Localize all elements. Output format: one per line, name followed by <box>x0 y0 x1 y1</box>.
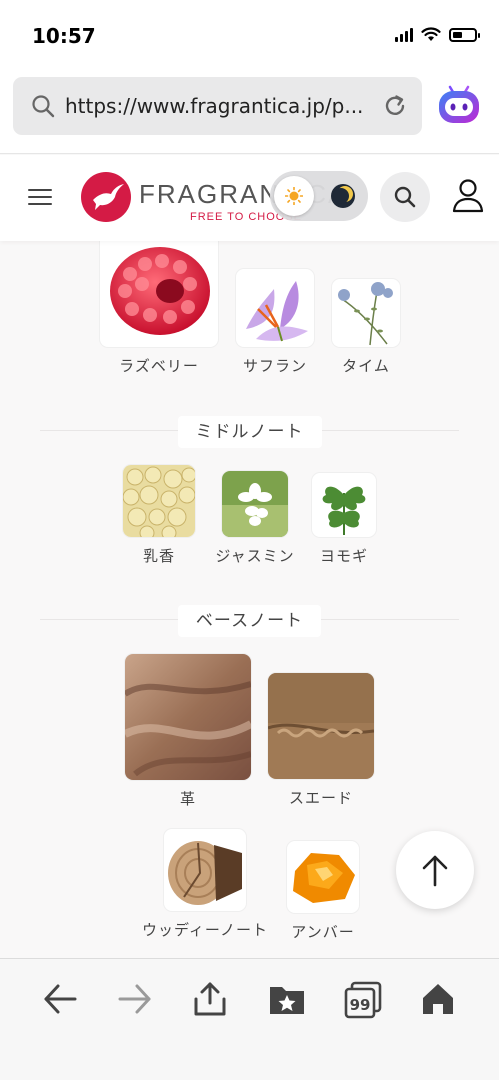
leather-image <box>125 654 251 780</box>
raspberry-image <box>100 241 218 347</box>
status-bar: 10:57 <box>0 0 499 72</box>
arrow-up-icon <box>422 855 448 887</box>
note-item[interactable]: アンバー <box>285 841 361 942</box>
note-item[interactable]: 革 <box>124 654 252 809</box>
note-item[interactable]: ウッディーノート <box>140 829 270 940</box>
note-label: ヨモギ <box>319 547 368 565</box>
bookmarks-folder-icon[interactable] <box>268 981 306 1017</box>
base-notes-heading: ベースノート <box>0 605 499 637</box>
scroll-to-top-button[interactable] <box>396 831 474 909</box>
site-search-button[interactable] <box>380 172 430 222</box>
note-label: 乳香 <box>142 547 175 565</box>
browser-toolbar: https://www.fragrantica.jp/p... <box>0 72 499 154</box>
note-item[interactable]: タイム <box>326 279 406 376</box>
theme-toggle[interactable] <box>270 171 368 221</box>
mugwort-image <box>312 473 376 537</box>
home-icon[interactable] <box>420 981 456 1017</box>
note-label: ラズベリー <box>119 357 199 375</box>
battery-icon <box>449 27 480 42</box>
moon-icon <box>331 184 355 208</box>
search-icon <box>394 186 416 208</box>
suede-image <box>268 673 374 779</box>
sun-icon <box>285 187 303 205</box>
thyme-image <box>332 279 400 347</box>
menu-icon[interactable] <box>28 189 52 205</box>
user-icon[interactable] <box>452 178 484 214</box>
note-item[interactable]: 乳香 <box>119 465 199 566</box>
note-item[interactable]: ジャスミン <box>210 471 300 566</box>
svg-text:99: 99 <box>350 996 371 1014</box>
assistant-robot-icon[interactable] <box>436 81 482 127</box>
note-label: スエード <box>288 789 353 807</box>
note-label: アンバー <box>291 923 355 941</box>
share-icon[interactable] <box>192 981 228 1017</box>
forward-arrow-icon[interactable] <box>117 981 153 1017</box>
middle-notes-heading: ミドルノート <box>0 416 499 448</box>
status-icons <box>395 27 480 42</box>
woody-notes-image <box>164 829 246 911</box>
note-item[interactable]: サフラン <box>230 269 320 376</box>
wifi-icon <box>421 27 441 41</box>
toggle-knob <box>274 176 314 216</box>
note-label: ウッディーノート <box>141 921 269 939</box>
saffron-image <box>236 269 314 347</box>
search-icon <box>32 95 55 118</box>
cellular-signal-icon <box>395 27 413 42</box>
note-item[interactable]: スエード <box>267 673 375 808</box>
url-field[interactable]: https://www.fragrantica.jp/p... <box>13 77 422 135</box>
amber-image <box>287 841 359 913</box>
jasmine-image <box>222 471 288 537</box>
browser-bottom-toolbar: 99 <box>0 958 499 1080</box>
note-item[interactable]: ラズベリー <box>99 241 219 376</box>
tabs-icon[interactable]: 99 <box>344 981 382 1019</box>
section-title-text: ミドルノート <box>177 416 322 448</box>
url-text[interactable]: https://www.fragrantica.jp/p... <box>65 94 375 118</box>
status-time: 10:57 <box>32 24 96 48</box>
frankincense-image <box>123 465 195 537</box>
back-arrow-icon[interactable] <box>42 981 78 1017</box>
note-label: ジャスミン <box>215 547 295 565</box>
section-title-text: ベースノート <box>177 605 322 637</box>
note-label: 革 <box>179 790 196 808</box>
hummingbird-logo-icon[interactable] <box>81 172 131 222</box>
note-label: サフラン <box>242 357 307 375</box>
note-item[interactable]: ヨモギ <box>309 473 379 566</box>
reload-icon[interactable] <box>382 93 408 119</box>
note-label: タイム <box>342 357 390 375</box>
